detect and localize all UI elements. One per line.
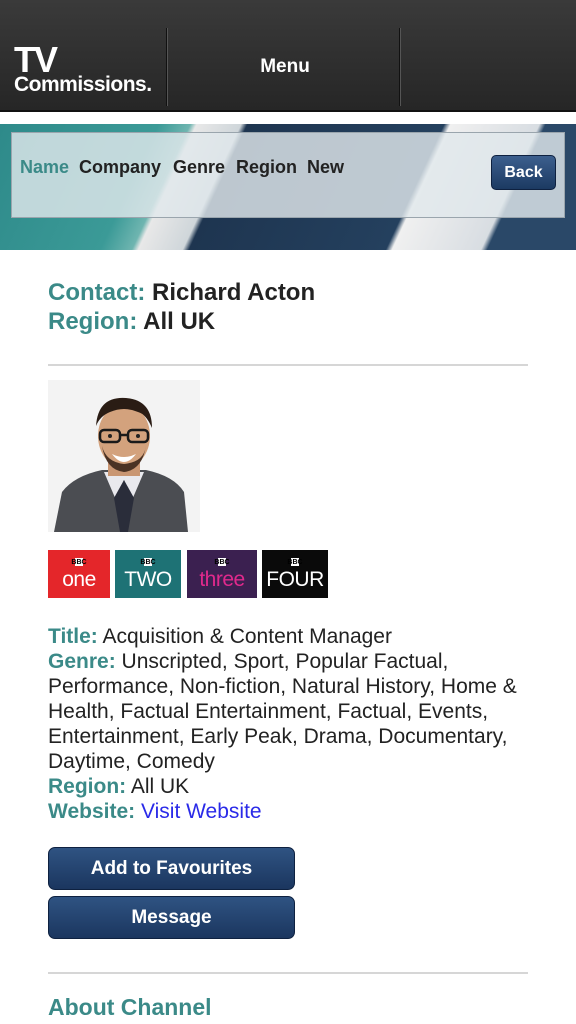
add-to-favourites-button[interactable]: Add to Favourites	[48, 847, 295, 890]
region-line: Region: All UK	[48, 308, 215, 336]
about-channel-link[interactable]: About Channel	[48, 994, 212, 1021]
sort-by-new[interactable]: New	[307, 157, 344, 178]
message-button[interactable]: Message	[48, 896, 295, 939]
region-value: All UK	[143, 308, 216, 335]
menu-button[interactable]: Menu	[170, 28, 400, 106]
bbc-mark-icon: BBC	[140, 558, 156, 566]
region-label: Region:	[48, 308, 138, 335]
header-divider	[399, 28, 401, 106]
app-header: TV Commissions. Menu	[0, 0, 576, 112]
contact-label: Contact:	[48, 279, 146, 306]
title-row: Title: Acquisition & Content Manager	[48, 624, 538, 649]
genre-value: Unscripted, Sport, Popular Factual, Perf…	[48, 650, 517, 773]
contact-line: Contact: Richard Acton	[48, 279, 315, 307]
bbc-mark-icon: BBC	[214, 558, 230, 566]
region-value: All UK	[130, 775, 190, 798]
channel-name: FOUR	[266, 568, 324, 591]
contact-name: Richard Acton	[152, 279, 316, 306]
divider	[48, 972, 528, 974]
channel-logo-bbc-four[interactable]: BBC FOUR	[262, 550, 328, 598]
title-label: Title:	[48, 625, 98, 648]
tv-commissions-logo[interactable]: TV Commissions.	[14, 42, 152, 96]
genre-label: Genre:	[48, 650, 116, 673]
contact-details: Title: Acquisition & Content Manager Gen…	[48, 624, 538, 824]
region-row: Region: All UK	[48, 774, 538, 799]
sort-by-company[interactable]: Company	[79, 157, 161, 178]
bbc-mark-icon: BBC	[287, 558, 303, 566]
channel-logo-bbc-one[interactable]: BBC one	[48, 550, 110, 598]
website-row: Website: Visit Website	[48, 799, 538, 824]
genre-row: Genre: Unscripted, Sport, Popular Factua…	[48, 649, 538, 774]
channel-name: TWO	[124, 568, 172, 591]
header-divider	[166, 28, 168, 106]
bbc-mark-icon: BBC	[71, 558, 87, 566]
sort-by-region[interactable]: Region	[236, 157, 297, 178]
channel-name: three	[199, 568, 245, 591]
person-photo	[48, 380, 200, 532]
channel-name: one	[62, 568, 96, 591]
website-label: Website:	[48, 800, 136, 823]
sort-bar: Name Company Genre Region New	[11, 132, 565, 218]
back-button[interactable]: Back	[491, 155, 556, 190]
person-photo-icon	[48, 380, 200, 532]
visit-website-link[interactable]: Visit Website	[141, 800, 262, 823]
sort-by-name[interactable]: Name	[20, 157, 69, 178]
divider	[48, 364, 528, 366]
region-label: Region:	[48, 775, 127, 798]
logo-commissions-text: Commissions.	[14, 73, 152, 96]
title-value: Acquisition & Content Manager	[102, 625, 392, 648]
channel-logo-bbc-three[interactable]: BBC three	[187, 550, 257, 598]
banner: Name Company Genre Region New Back	[0, 124, 576, 250]
channel-logo-bbc-two[interactable]: BBC TWO	[115, 550, 181, 598]
sort-by-genre[interactable]: Genre	[173, 157, 225, 178]
